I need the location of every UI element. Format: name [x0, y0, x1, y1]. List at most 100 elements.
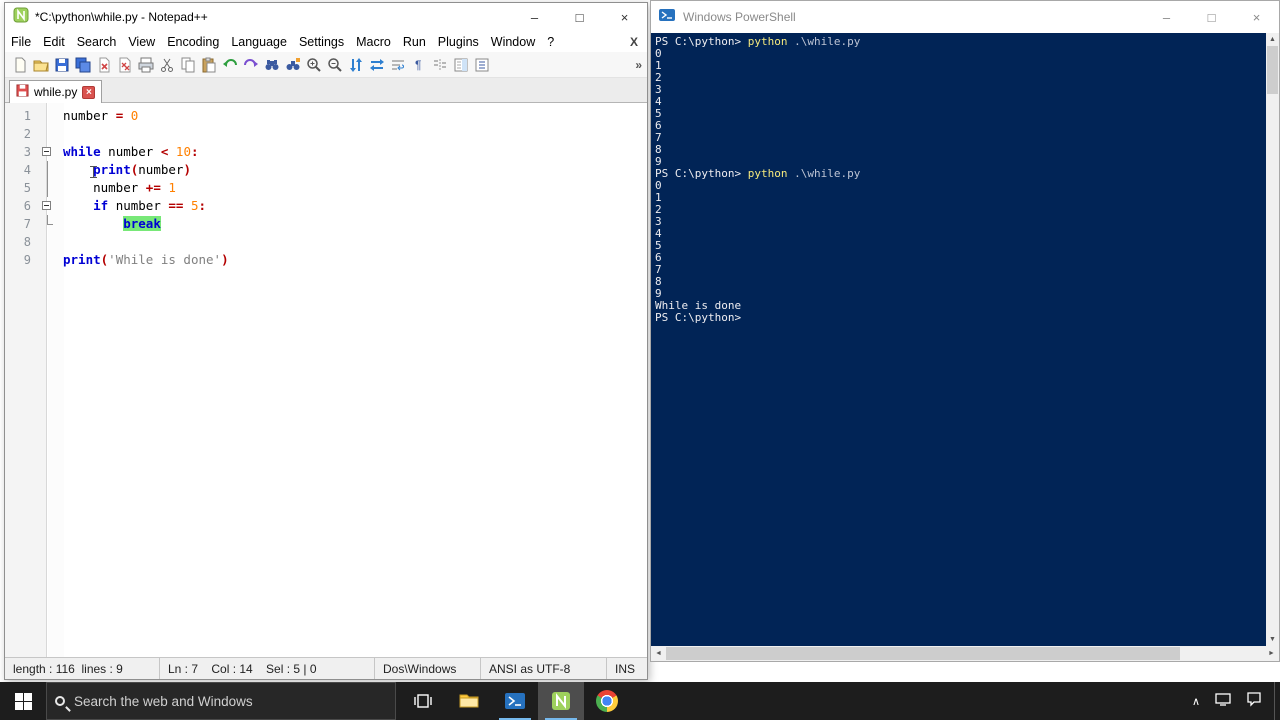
zoom-out-icon[interactable] [324, 55, 345, 75]
code-line[interactable]: 8 [5, 233, 647, 251]
taskbar-task-view-icon[interactable] [400, 682, 446, 720]
menu-encoding[interactable]: Encoding [161, 31, 225, 52]
taskbar-chrome-icon[interactable] [584, 682, 630, 720]
word-wrap-icon[interactable] [387, 55, 408, 75]
maximize-button[interactable]: □ [1189, 1, 1234, 33]
paste-icon[interactable] [198, 55, 219, 75]
toolbar-overflow-icon[interactable]: » [635, 58, 647, 72]
line-number[interactable]: 8 [5, 233, 39, 251]
console-line: 4 [655, 95, 662, 108]
sync-horizontal-scroll-icon[interactable] [366, 55, 387, 75]
document-map-icon[interactable] [450, 55, 471, 75]
line-number[interactable]: 4 [5, 161, 39, 179]
scroll-left-icon[interactable]: ◄ [651, 646, 666, 661]
horizontal-scroll-thumb[interactable] [666, 647, 1181, 660]
line-number[interactable]: 6 [5, 197, 39, 215]
tab-close-icon[interactable]: × [82, 85, 96, 99]
menu-search[interactable]: Search [71, 31, 123, 52]
minimize-button[interactable]: – [512, 3, 557, 31]
network-icon[interactable] [1215, 691, 1231, 712]
code-line[interactable]: 5 number += 1 [5, 179, 647, 197]
horizontal-scroll-track[interactable] [666, 646, 1264, 661]
menu-window[interactable]: Window [485, 31, 541, 52]
close-button[interactable]: × [1234, 1, 1279, 33]
close-icon[interactable] [93, 55, 114, 75]
status-encoding[interactable]: ANSI as UTF-8 [481, 658, 607, 679]
start-button[interactable] [0, 682, 46, 720]
editor[interactable]: 1 number = 0 2 3 while number < 10: 4 print(n… [5, 103, 647, 657]
search-input[interactable] [74, 693, 387, 709]
new-file-icon[interactable] [9, 55, 30, 75]
line-number[interactable]: 7 [5, 215, 39, 233]
minimize-button[interactable]: – [1144, 1, 1189, 33]
menu-edit[interactable]: Edit [37, 31, 71, 52]
code-line[interactable]: 6 if number == 5: [5, 197, 647, 215]
taskbar-search[interactable] [46, 682, 396, 720]
cut-icon[interactable] [156, 55, 177, 75]
taskbar-powershell-icon[interactable] [492, 682, 538, 720]
save-all-icon[interactable] [72, 55, 93, 75]
close-all-icon[interactable] [114, 55, 135, 75]
console-line: While is done [655, 299, 742, 312]
find-icon[interactable] [261, 55, 282, 75]
open-file-icon[interactable] [30, 55, 51, 75]
menu-language[interactable]: Language [225, 31, 293, 52]
menu-overflow-x[interactable]: X [630, 35, 647, 49]
scroll-right-icon[interactable]: ► [1264, 646, 1279, 661]
line-number[interactable]: 5 [5, 179, 39, 197]
code-line[interactable]: 3 while number < 10: [5, 143, 647, 161]
copy-icon[interactable] [177, 55, 198, 75]
line-number[interactable]: 2 [5, 125, 39, 143]
print-icon[interactable] [135, 55, 156, 75]
vertical-scrollbar[interactable]: ▲ ▼ [1266, 33, 1279, 646]
line-number[interactable]: 9 [5, 251, 39, 269]
save-icon[interactable] [51, 55, 72, 75]
show-all-characters-icon[interactable]: ¶ [408, 55, 429, 75]
status-eol-format[interactable]: Dos\Windows [375, 658, 481, 679]
code-line[interactable]: 7 break [5, 215, 647, 233]
replace-icon[interactable] [282, 55, 303, 75]
code-line[interactable]: 2 [5, 125, 647, 143]
fold-collapse-icon[interactable] [39, 143, 56, 161]
console-line: PS C:\python> [655, 311, 742, 324]
code-line[interactable]: 1 number = 0 [5, 107, 647, 125]
code-line[interactable]: 4 print(number) [5, 161, 647, 179]
vertical-scroll-track[interactable] [1266, 46, 1279, 633]
menu-file[interactable]: File [5, 31, 37, 52]
show-desktop-button[interactable] [1274, 682, 1280, 720]
scroll-up-icon[interactable]: ▲ [1266, 33, 1279, 46]
undo-icon[interactable] [219, 55, 240, 75]
zoom-in-icon[interactable] [303, 55, 324, 75]
fold-collapse-icon[interactable] [39, 197, 56, 215]
menu-items: File Edit Search View Encoding Language Settin… [5, 31, 560, 52]
menu-view[interactable]: View [122, 31, 161, 52]
menu-macro[interactable]: Macro [350, 31, 397, 52]
fold-margin-cell [39, 215, 56, 233]
menu-settings[interactable]: Settings [293, 31, 350, 52]
menu-plugins[interactable]: Plugins [432, 31, 485, 52]
tab-while-py[interactable]: while.py × [9, 80, 103, 103]
code-line[interactable]: 9 print('While is done') [5, 251, 647, 269]
indent-guide-icon[interactable] [429, 55, 450, 75]
menu-run[interactable]: Run [397, 31, 432, 52]
status-bar: length : 116 lines : 9 Ln : 7 Col : 14 S… [5, 657, 647, 679]
menu-help[interactable]: ? [541, 31, 560, 52]
powershell-title-bar[interactable]: Windows PowerShell – □ × [651, 1, 1279, 33]
function-list-icon[interactable] [471, 55, 492, 75]
scroll-down-icon[interactable]: ▼ [1266, 633, 1279, 646]
redo-icon[interactable] [240, 55, 261, 75]
action-center-icon[interactable] [1246, 691, 1262, 712]
horizontal-scrollbar[interactable]: ◄ ► [651, 646, 1279, 661]
line-number[interactable]: 1 [5, 107, 39, 125]
sync-vertical-scroll-icon[interactable] [345, 55, 366, 75]
tray-chevron-icon[interactable]: ∧ [1192, 695, 1200, 708]
console-output[interactable]: PS C:\python> python .\while.py 0 1 2 3 4 5 6 7 8… [651, 33, 1266, 646]
notepadpp-title-bar[interactable]: *C:\python\while.py - Notepad++ – □ × [5, 3, 647, 31]
maximize-button[interactable]: □ [557, 3, 602, 31]
taskbar-file-explorer-icon[interactable] [446, 682, 492, 720]
taskbar-notepadpp-icon[interactable] [538, 682, 584, 720]
status-insert-mode[interactable]: INS [607, 658, 647, 679]
line-number[interactable]: 3 [5, 143, 39, 161]
close-button[interactable]: × [602, 3, 647, 31]
vertical-scroll-thumb[interactable] [1267, 46, 1278, 94]
